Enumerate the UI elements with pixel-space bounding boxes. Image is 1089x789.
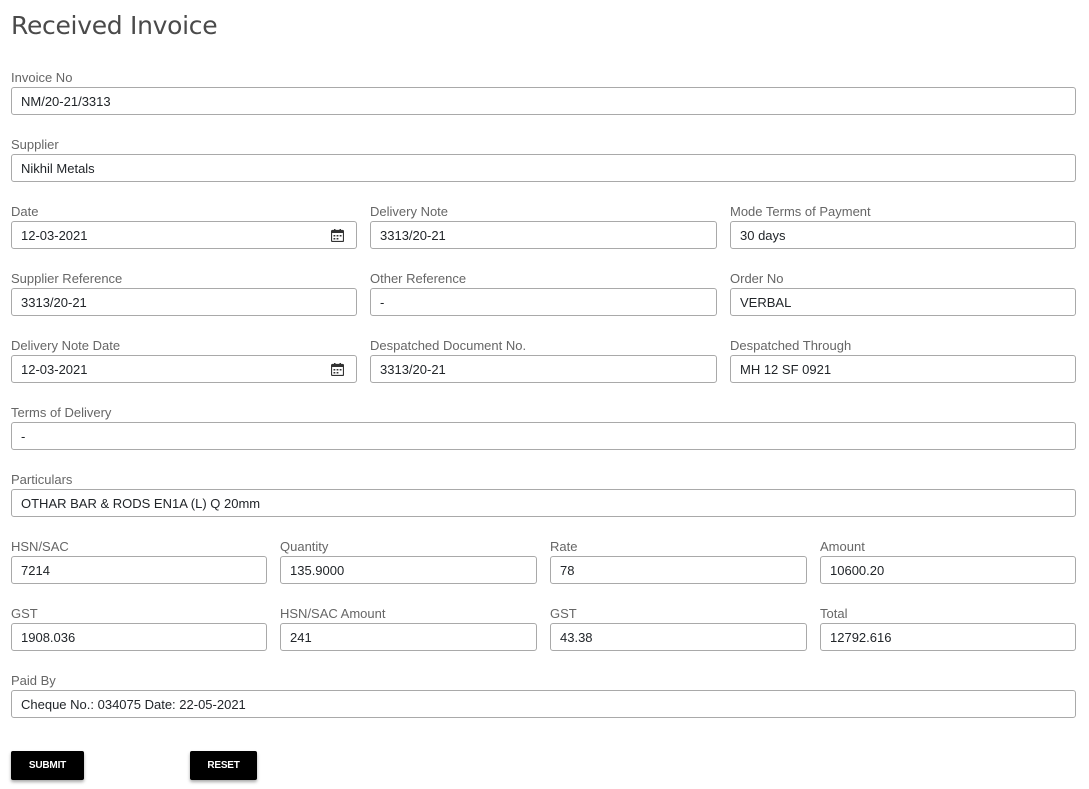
order-no-input[interactable] — [731, 289, 1075, 315]
supplier-reference-input[interactable] — [12, 289, 356, 315]
delivery-note-field: Delivery Note — [370, 203, 717, 257]
rate-input[interactable] — [551, 557, 806, 583]
order-no-input-wrap — [730, 288, 1076, 316]
delivery-note-input-wrap — [370, 221, 717, 249]
terms-of-delivery-label: Terms of Delivery — [11, 405, 112, 420]
delivery-note-date-field: Delivery Note Date — [11, 337, 357, 391]
supplier-reference-field: Supplier Reference — [11, 270, 357, 324]
page-title: Received Invoice — [11, 11, 218, 40]
mode-terms-of-payment-field: Mode Terms of Payment — [730, 203, 1076, 257]
gst-2-input[interactable] — [551, 624, 806, 650]
total-input-wrap — [820, 623, 1076, 651]
terms-of-delivery-input-wrap — [11, 422, 1076, 450]
delivery-note-date-label: Delivery Note Date — [11, 338, 121, 353]
terms-of-delivery-input[interactable] — [12, 423, 1075, 449]
paid-by-label: Paid By — [11, 673, 56, 688]
despatched-document-no-input[interactable] — [371, 356, 716, 382]
hsn-sac-input-wrap — [11, 556, 267, 584]
calendar-icon[interactable] — [331, 363, 344, 376]
hsn-sac-amount-input-wrap — [280, 623, 537, 651]
paid-by-field: Paid By — [11, 672, 1076, 726]
despatched-through-label: Despatched Through — [730, 338, 852, 353]
invoice-no-input[interactable] — [12, 88, 1075, 114]
amount-input[interactable] — [821, 557, 1075, 583]
despatched-through-input[interactable] — [731, 356, 1075, 382]
reset-button[interactable]: RESET — [190, 751, 257, 780]
amount-field: Amount — [820, 538, 1076, 592]
total-label: Total — [820, 606, 848, 621]
supplier-label: Supplier — [11, 137, 59, 152]
despatched-document-no-input-wrap — [370, 355, 717, 383]
invoice-no-input-wrap — [11, 87, 1076, 115]
gst-input-wrap — [11, 623, 267, 651]
rate-input-wrap — [550, 556, 807, 584]
total-input[interactable] — [821, 624, 1075, 650]
date-label: Date — [11, 204, 39, 219]
supplier-field: Supplier — [11, 136, 1076, 190]
other-reference-label: Other Reference — [370, 271, 467, 286]
paid-by-input[interactable] — [12, 691, 1075, 717]
despatched-document-no-label: Despatched Document No. — [370, 338, 527, 353]
order-no-field: Order No — [730, 270, 1076, 324]
particulars-label: Particulars — [11, 472, 73, 487]
date-field: Date — [11, 203, 357, 257]
gst-2-field: GST — [550, 605, 807, 659]
amount-label: Amount — [820, 539, 865, 554]
terms-of-delivery-field: Terms of Delivery — [11, 404, 1076, 458]
quantity-input-wrap — [280, 556, 537, 584]
gst-2-input-wrap — [550, 623, 807, 651]
particulars-input[interactable] — [12, 490, 1075, 516]
delivery-note-date-input[interactable] — [12, 356, 356, 382]
despatched-through-field: Despatched Through — [730, 337, 1076, 391]
amount-input-wrap — [820, 556, 1076, 584]
gst-field: GST — [11, 605, 267, 659]
hsn-sac-amount-label: HSN/SAC Amount — [280, 606, 386, 621]
other-reference-input-wrap — [370, 288, 717, 316]
supplier-reference-label: Supplier Reference — [11, 271, 123, 286]
calendar-icon[interactable] — [331, 229, 344, 242]
despatched-document-no-field: Despatched Document No. — [370, 337, 717, 391]
rate-field: Rate — [550, 538, 807, 592]
total-field: Total — [820, 605, 1076, 659]
quantity-input[interactable] — [281, 557, 536, 583]
particulars-input-wrap — [11, 489, 1076, 517]
invoice-no-label: Invoice No — [11, 70, 73, 85]
other-reference-field: Other Reference — [370, 270, 717, 324]
invoice-no-field: Invoice No — [11, 69, 1076, 123]
mode-terms-of-payment-label: Mode Terms of Payment — [730, 204, 871, 219]
date-input[interactable] — [12, 222, 356, 248]
paid-by-input-wrap — [11, 690, 1076, 718]
submit-button[interactable]: SUBMIT — [11, 751, 84, 780]
hsn-sac-amount-input[interactable] — [281, 624, 536, 650]
delivery-note-label: Delivery Note — [370, 204, 449, 219]
mode-terms-of-payment-input[interactable] — [731, 222, 1075, 248]
gst-2-label: GST — [550, 606, 577, 621]
mode-terms-of-payment-input-wrap — [730, 221, 1076, 249]
rate-label: Rate — [550, 539, 578, 554]
quantity-label: Quantity — [280, 539, 329, 554]
supplier-reference-input-wrap — [11, 288, 357, 316]
other-reference-input[interactable] — [371, 289, 716, 315]
despatched-through-input-wrap — [730, 355, 1076, 383]
quantity-field: Quantity — [280, 538, 537, 592]
hsn-sac-amount-field: HSN/SAC Amount — [280, 605, 537, 659]
supplier-input[interactable] — [12, 155, 1075, 181]
delivery-note-date-input-wrap — [11, 355, 357, 383]
date-input-wrap — [11, 221, 357, 249]
gst-label: GST — [11, 606, 38, 621]
particulars-field: Particulars — [11, 471, 1076, 525]
hsn-sac-label: HSN/SAC — [11, 539, 69, 554]
order-no-label: Order No — [730, 271, 784, 286]
gst-input[interactable] — [12, 624, 266, 650]
hsn-sac-field: HSN/SAC — [11, 538, 267, 592]
delivery-note-input[interactable] — [371, 222, 716, 248]
hsn-sac-input[interactable] — [12, 557, 266, 583]
supplier-input-wrap — [11, 154, 1076, 182]
